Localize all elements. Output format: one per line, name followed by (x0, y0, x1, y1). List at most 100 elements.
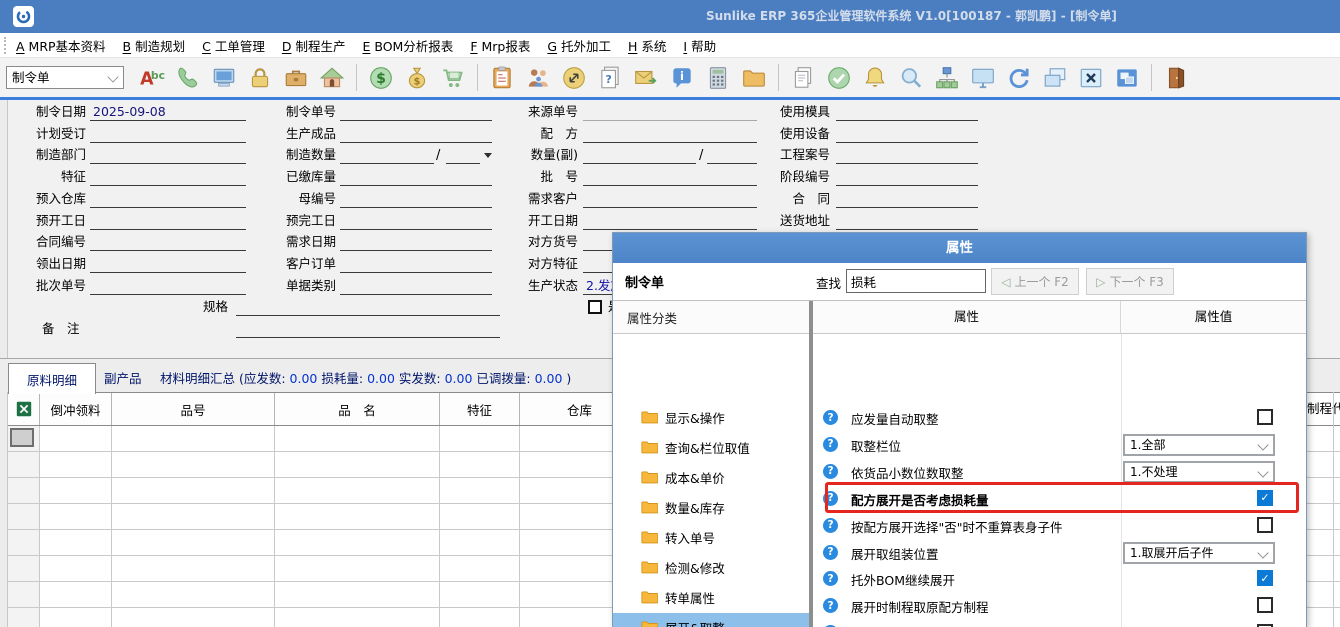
field-input-已缴库量[interactable] (340, 168, 492, 186)
next-button[interactable]: ▷ 下一个 F3 (1086, 268, 1174, 295)
close-icon[interactable] (1078, 65, 1104, 91)
field-input-开工日期[interactable] (583, 212, 757, 230)
table-cell[interactable] (40, 582, 112, 607)
folder-icon[interactable] (741, 65, 767, 91)
cart-icon[interactable] (440, 65, 466, 91)
prev-button[interactable]: ◁ 上一个 F2 (991, 268, 1079, 295)
menu-item-i[interactable]: I 帮助 (683, 39, 716, 54)
category-item-转入单号[interactable]: 转入单号 (613, 523, 809, 551)
row-selector[interactable] (8, 530, 40, 555)
table-cell[interactable] (40, 530, 112, 555)
table-cell[interactable] (112, 608, 275, 627)
help-circle-icon[interactable]: ? (823, 571, 838, 586)
field-input-领出日期[interactable] (90, 255, 246, 273)
help-circle-icon[interactable]: ? (823, 491, 838, 506)
field-input-合同编号[interactable] (90, 233, 246, 251)
field-input-送货地址[interactable] (836, 212, 978, 230)
help-circle-icon[interactable]: ? (823, 437, 838, 452)
copy-icon[interactable] (790, 65, 816, 91)
field-input-制造数量[interactable] (340, 146, 434, 164)
briefcase-icon[interactable] (283, 65, 309, 91)
refresh-icon[interactable] (1006, 65, 1032, 91)
menu-item-f[interactable]: F Mrp报表 (470, 39, 530, 54)
link-icon[interactable] (561, 65, 587, 91)
table-cell[interactable] (112, 426, 275, 451)
help-circle-icon[interactable]: ? (823, 518, 838, 533)
clipboard-icon[interactable] (489, 65, 515, 91)
abc-icon[interactable]: Abc (139, 65, 165, 91)
field-input-来源单号[interactable] (583, 103, 757, 121)
property-checkbox[interactable] (1257, 517, 1273, 533)
help-circle-icon[interactable]: ? (823, 464, 838, 479)
help-circle-icon[interactable]: ? (823, 410, 838, 425)
moneybag-icon[interactable]: $ (404, 65, 430, 91)
table-cell[interactable] (112, 582, 275, 607)
help-circle-icon[interactable]: ? (823, 598, 838, 613)
field-input-备 注[interactable] (236, 320, 500, 338)
phone-icon[interactable] (175, 65, 201, 91)
switch-window-icon[interactable] (1114, 65, 1140, 91)
table-cell[interactable] (275, 426, 440, 451)
field-input-使用设备[interactable] (836, 125, 978, 143)
menu-item-h[interactable]: H 系统 (628, 39, 666, 54)
table-cell[interactable] (112, 452, 275, 477)
tab-raw-material-detail[interactable]: 原料明细 (8, 363, 96, 394)
field-input-批 号[interactable] (583, 168, 757, 186)
field-input-制造数量-2[interactable] (446, 146, 480, 164)
menu-item-c[interactable]: C 工单管理 (202, 39, 265, 54)
field-input-配 方[interactable] (583, 125, 757, 143)
field-input-预完工日[interactable] (340, 212, 492, 230)
row-selector[interactable] (8, 452, 40, 477)
row-selector[interactable] (8, 556, 40, 581)
field-input-预开工日[interactable] (90, 212, 246, 230)
field-input-制令单号[interactable] (340, 103, 492, 121)
approve-icon[interactable] (826, 65, 852, 91)
excel-icon[interactable] (8, 393, 40, 425)
field-input-计划受订[interactable] (90, 125, 246, 143)
field-input-规格[interactable] (236, 298, 500, 316)
table-cell[interactable] (40, 478, 112, 503)
table-cell[interactable] (440, 452, 520, 477)
category-item-查询&栏位取值[interactable]: 查询&栏位取值 (613, 433, 809, 461)
computer-icon[interactable] (211, 65, 237, 91)
people-icon[interactable] (525, 65, 551, 91)
cascade-icon[interactable] (1042, 65, 1068, 91)
tab-byproduct[interactable]: 副产品 (104, 368, 142, 387)
field-input-制令日期[interactable]: 2025-09-08 (90, 103, 246, 121)
field-input-母编号[interactable] (340, 190, 492, 208)
column-header-品 名[interactable]: 品 名 (275, 393, 440, 425)
category-item-成本&单价[interactable]: 成本&单价 (613, 463, 809, 491)
field-input-客户订单[interactable] (340, 255, 492, 273)
row-selector[interactable] (8, 478, 40, 503)
calculator-icon[interactable] (705, 65, 731, 91)
table-cell[interactable] (440, 530, 520, 555)
menu-item-g[interactable]: G 托外加工 (547, 39, 611, 54)
table-cell[interactable] (112, 556, 275, 581)
category-item-数量&库存[interactable]: 数量&库存 (613, 493, 809, 521)
field-input-特征[interactable] (90, 168, 246, 186)
document-type-combo[interactable]: 制令单 (6, 66, 124, 89)
table-cell[interactable] (40, 608, 112, 627)
column-header-倒冲领料[interactable]: 倒冲领料 (40, 393, 112, 425)
table-cell[interactable] (275, 582, 440, 607)
field-input-制造部门[interactable] (90, 146, 246, 164)
field-input-单据类别[interactable] (340, 277, 492, 295)
sitemap-icon[interactable] (934, 65, 960, 91)
dialog-titlebar[interactable]: 属性 (613, 233, 1306, 263)
field-input-需求客户[interactable] (583, 190, 757, 208)
category-item-转单属性[interactable]: 转单属性 (613, 583, 809, 611)
help-icon[interactable]: ? (597, 65, 623, 91)
table-cell[interactable] (275, 608, 440, 627)
field-input-合 同[interactable] (836, 190, 978, 208)
table-cell[interactable] (40, 452, 112, 477)
table-cell[interactable] (440, 556, 520, 581)
row-selector[interactable] (8, 504, 40, 529)
field-input-使用模具[interactable] (836, 103, 978, 121)
dollar-icon[interactable]: $ (368, 65, 394, 91)
property-checkbox[interactable] (1257, 409, 1273, 425)
menu-item-b[interactable]: B 制造规划 (123, 39, 186, 54)
category-item-显示&操作[interactable]: 显示&操作 (613, 403, 809, 431)
table-cell[interactable] (440, 504, 520, 529)
table-cell[interactable] (40, 556, 112, 581)
monitor-icon[interactable] (970, 65, 996, 91)
